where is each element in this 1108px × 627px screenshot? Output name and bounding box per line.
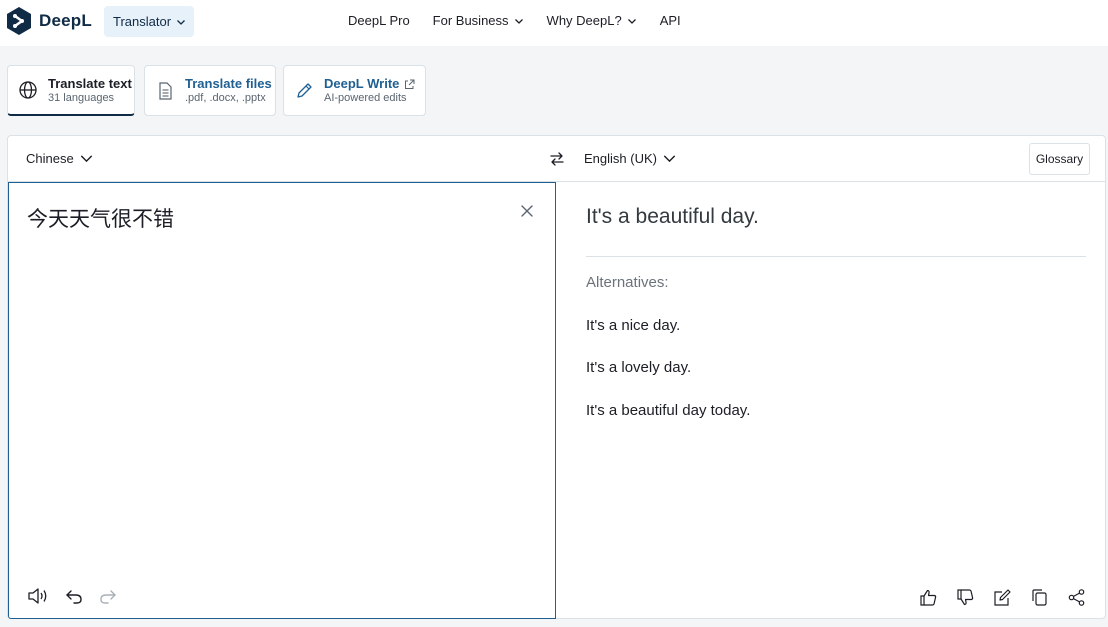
external-link-icon [405, 79, 415, 90]
chevron-down-icon [627, 18, 636, 24]
chevron-down-icon [177, 19, 186, 25]
source-language-label: Chinese [26, 151, 74, 166]
deepl-logo[interactable]: DeepL [6, 6, 92, 36]
translation-toolbar [901, 588, 1086, 607]
thumbs-up-icon[interactable] [919, 588, 938, 607]
tab-label: Translate text [48, 75, 132, 91]
swap-icon [550, 152, 564, 166]
close-icon [521, 205, 533, 217]
target-language-label: English (UK) [584, 151, 657, 166]
thumbs-down-icon[interactable] [956, 588, 975, 607]
divider [586, 256, 1086, 257]
source-language-select[interactable]: Chinese [26, 151, 93, 166]
tab-sublabel: 31 languages [48, 91, 115, 104]
globe-icon [19, 81, 37, 99]
nav-label: API [659, 13, 681, 28]
alternative-item[interactable]: It's a lovely day. [586, 359, 691, 376]
nav-for-business[interactable]: For Business [433, 13, 524, 28]
document-icon [159, 81, 172, 100]
pencil-icon [297, 82, 312, 98]
target-language-select[interactable]: English (UK) [584, 151, 676, 166]
speaker-icon[interactable] [27, 586, 49, 606]
edit-icon[interactable] [993, 588, 1012, 607]
deepl-logo-icon [7, 7, 31, 35]
tab-translate-text[interactable]: Translate text 31 languages [7, 65, 135, 116]
tab-label: DeepL Write [324, 76, 415, 91]
source-toolbar [27, 586, 133, 606]
share-icon[interactable] [1067, 588, 1086, 607]
language-bar: Chinese English (UK) Glossary [8, 136, 1105, 182]
nav-label: Why DeepL? [546, 13, 622, 28]
nav-deepl-pro[interactable]: DeepL Pro [348, 13, 410, 28]
translation-text[interactable]: It's a beautiful day. [586, 205, 759, 229]
clear-text-button[interactable] [520, 204, 534, 223]
swap-languages-button[interactable] [548, 150, 566, 173]
source-text[interactable]: 今天天气很不错 [27, 203, 174, 233]
glossary-button[interactable]: Glossary [1029, 143, 1090, 175]
target-text-area: It's a beautiful day. Alternatives: It's… [557, 182, 1106, 619]
alternatives-title: Alternatives: [586, 274, 669, 291]
chevron-down-icon [80, 155, 92, 163]
top-navigation-bar: DeepL Translator DeepL Pro For Business … [0, 0, 1108, 46]
nav-label: DeepL Pro [348, 13, 410, 28]
tab-translate-files[interactable]: Translate files .pdf, .docx, .pptx [144, 65, 276, 116]
tab-label: Translate files [185, 76, 272, 91]
copy-icon[interactable] [1030, 588, 1049, 607]
alternative-item[interactable]: It's a nice day. [586, 317, 680, 334]
nav-why-deepl[interactable]: Why DeepL? [547, 13, 637, 28]
tab-deepl-write[interactable]: DeepL Write AI-powered edits [283, 65, 426, 116]
tab-sublabel: AI-powered edits [324, 92, 407, 104]
chevron-down-icon [663, 155, 676, 163]
nav-label: For Business [432, 13, 509, 28]
tab-sublabel: .pdf, .docx, .pptx [185, 92, 266, 104]
alternative-item[interactable]: It's a beautiful day today. [586, 402, 750, 419]
tab-label-text: DeepL Write [324, 76, 400, 91]
source-text-area[interactable]: 今天天气很不错 [8, 182, 556, 619]
glossary-label: Glossary [1035, 152, 1084, 166]
chevron-down-icon [514, 18, 523, 24]
main-nav: DeepL Pro For Business Why DeepL? API [348, 13, 681, 28]
redo-icon[interactable] [99, 587, 117, 605]
translator-menu-button[interactable]: Translator [104, 6, 194, 37]
translator-menu-label: Translator [113, 14, 172, 29]
translator-panel: Chinese English (UK) Glossary 今天天气很不错 It… [7, 135, 1106, 619]
brand-name: DeepL [39, 11, 92, 30]
nav-api[interactable]: API [660, 13, 681, 28]
undo-icon[interactable] [65, 587, 83, 605]
